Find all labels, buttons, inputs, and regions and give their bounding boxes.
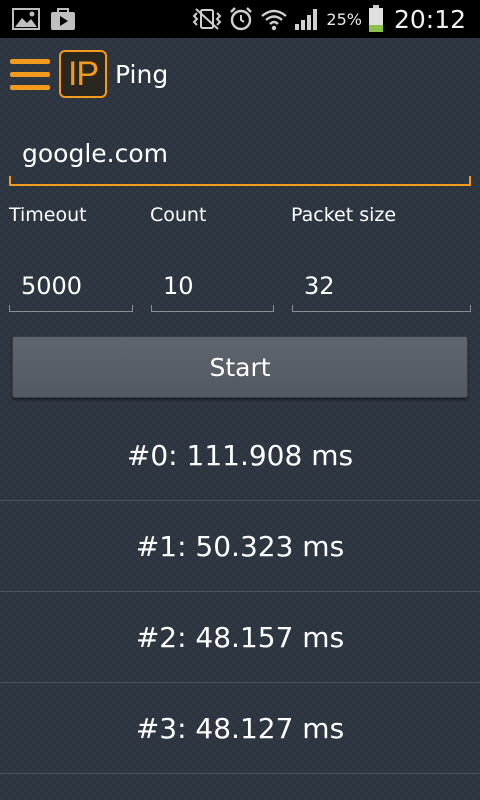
host-input[interactable] bbox=[9, 124, 471, 182]
timeout-input[interactable] bbox=[9, 262, 133, 310]
list-item[interactable]: #3: 48.127 ms bbox=[0, 683, 480, 774]
list-item[interactable]: #2: 48.157 ms bbox=[0, 592, 480, 683]
status-time: 20:12 bbox=[393, 4, 466, 34]
battery-icon bbox=[368, 5, 383, 32]
action-bar: IP Ping bbox=[0, 38, 480, 110]
list-item[interactable]: #1: 50.323 ms bbox=[0, 501, 480, 592]
menu-icon[interactable] bbox=[10, 51, 54, 97]
count-label: Count bbox=[150, 204, 207, 226]
app-logo[interactable]: IP bbox=[59, 50, 107, 98]
list-item[interactable]: #0: 111.908 ms bbox=[0, 410, 480, 501]
alarm-icon bbox=[230, 7, 253, 31]
start-button[interactable]: Start bbox=[12, 336, 468, 398]
status-bar: 25% 20:12 bbox=[0, 0, 480, 38]
status-bar-notifications bbox=[0, 7, 76, 31]
packet-size-label: Packet size bbox=[291, 204, 397, 226]
count-field bbox=[151, 262, 274, 312]
timeout-field bbox=[9, 262, 133, 312]
signal-icon bbox=[295, 9, 318, 30]
page-title: Ping bbox=[115, 59, 169, 89]
wifi-icon bbox=[261, 9, 288, 31]
host-field bbox=[9, 124, 471, 186]
timeout-label: Timeout bbox=[9, 204, 87, 226]
results-list: #0: 111.908 ms #1: 50.323 ms #2: 48.157 … bbox=[0, 410, 480, 774]
battery-percentage: 25% bbox=[326, 9, 362, 29]
count-input[interactable] bbox=[151, 262, 274, 310]
status-bar-system: 25% 20:12 bbox=[192, 5, 480, 34]
gallery-icon bbox=[12, 8, 40, 30]
play-store-icon bbox=[51, 8, 75, 30]
vibrate-icon bbox=[192, 8, 222, 30]
packet-size-input[interactable] bbox=[292, 262, 471, 310]
packet-size-field bbox=[292, 262, 471, 312]
